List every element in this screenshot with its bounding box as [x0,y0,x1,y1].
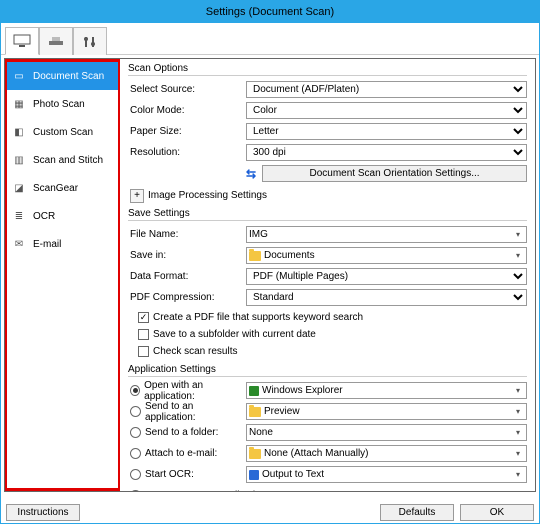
select-source-dropdown[interactable]: Document (ADF/Platen) [246,81,527,98]
group-title: Save Settings [128,208,527,221]
orientation-settings-button[interactable]: Document Scan Orientation Settings... [262,165,527,182]
tools-icon [81,35,99,49]
app-icon [249,470,259,480]
main-panel: Scan Options Select Source: Document (AD… [120,59,535,491]
scan-from-operation-panel-tab[interactable] [39,27,73,55]
ocr-icon: ≣ [11,208,27,224]
start-ocr-label: Start OCR: [145,469,194,480]
keyword-search-label: Create a PDF file that supports keyword … [153,312,363,323]
data-format-label: Data Format: [128,271,246,282]
file-name-label: File Name: [128,229,246,240]
custom-icon: ◧ [11,124,27,140]
chevron-down-icon: ▾ [512,386,524,395]
chevron-down-icon: ▾ [512,407,524,416]
sidebar-item-label: ScanGear [33,183,78,194]
app-icon [249,386,259,396]
pdf-compression-dropdown[interactable]: Standard [246,289,527,306]
sidebar-item-ocr[interactable]: ≣ OCR [7,202,118,230]
title-bar: Settings (Document Scan) [1,1,539,23]
send-to-folder-dropdown[interactable]: None▾ [246,424,527,441]
start-ocr-radio[interactable] [130,469,141,480]
do-not-start-label: Do not start any application [145,490,266,491]
document-icon: ▭ [11,68,27,84]
sidebar-item-label: Photo Scan [33,99,85,110]
pdf-compression-label: PDF Compression: [128,292,246,303]
do-not-start-radio[interactable] [130,490,141,491]
scan-options-group: Scan Options Select Source: Document (AD… [128,63,527,204]
paper-size-dropdown[interactable]: Letter [246,123,527,140]
subfolder-date-label: Save to a subfolder with current date [153,329,316,340]
open-with-radio[interactable] [130,385,140,396]
resolution-label: Resolution: [128,147,246,158]
instructions-button[interactable]: Instructions [6,504,80,521]
color-mode-label: Color Mode: [128,105,246,116]
sidebar-item-label: E-mail [33,239,61,250]
sidebar-item-custom-scan[interactable]: ◧ Custom Scan [7,118,118,146]
send-to-folder-label: Send to a folder: [145,427,218,438]
folder-icon [249,449,261,459]
scanner-icon [47,35,65,49]
folder-icon [249,251,261,261]
email-icon: ✉ [11,236,27,252]
resolution-dropdown[interactable]: 300 dpi [246,144,527,161]
expand-image-processing-button[interactable]: + [130,189,144,203]
attach-email-radio[interactable] [130,448,141,459]
file-name-combo[interactable]: IMG▾ [246,226,527,243]
swap-icon[interactable]: ⇆ [246,167,256,181]
stitch-icon: ▥ [11,152,27,168]
folder-icon [249,407,261,417]
sidebar-item-email[interactable]: ✉ E-mail [7,230,118,258]
sidebar-item-scan-stitch[interactable]: ▥ Scan and Stitch [7,146,118,174]
group-title: Scan Options [128,63,527,76]
chevron-down-icon: ▾ [512,251,524,260]
footer: Instructions Defaults OK [0,500,540,524]
group-title: Application Settings [128,364,527,377]
sidebar-item-label: Custom Scan [33,127,93,138]
top-tab-toolbar [1,23,539,55]
image-processing-label: Image Processing Settings [148,190,267,201]
sidebar-item-photo-scan[interactable]: ▦ Photo Scan [7,90,118,118]
open-with-dropdown[interactable]: Windows Explorer▾ [246,382,527,399]
sidebar: ▭ Document Scan ▦ Photo Scan ◧ Custom Sc… [5,59,120,491]
chevron-down-icon: ▾ [512,428,524,437]
scangear-icon: ◪ [11,180,27,196]
send-to-app-radio[interactable] [130,406,141,417]
send-to-app-label: Send to an application: [145,401,246,423]
send-to-folder-radio[interactable] [130,427,141,438]
save-in-dropdown[interactable]: Documents▾ [246,247,527,264]
data-format-dropdown[interactable]: PDF (Multiple Pages) [246,268,527,285]
subfolder-date-checkbox[interactable] [138,329,149,340]
chevron-down-icon: ▾ [512,470,524,479]
ok-button[interactable]: OK [460,504,534,521]
save-in-label: Save in: [128,250,246,261]
sidebar-item-scangear[interactable]: ◪ ScanGear [7,174,118,202]
attach-email-label: Attach to e-mail: [145,448,217,459]
paper-size-label: Paper Size: [128,126,246,137]
start-ocr-dropdown[interactable]: Output to Text▾ [246,466,527,483]
chevron-down-icon: ▾ [512,449,524,458]
photo-icon: ▦ [11,96,27,112]
scan-from-computer-tab[interactable] [5,27,39,55]
attach-email-dropdown[interactable]: None (Attach Manually)▾ [246,445,527,462]
check-scan-results-checkbox[interactable] [138,346,149,357]
application-settings-group: Application Settings Open with an applic… [128,364,527,491]
general-settings-tab[interactable] [73,27,107,55]
select-source-label: Select Source: [128,84,246,95]
chevron-down-icon: ▾ [512,230,524,239]
sidebar-item-document-scan[interactable]: ▭ Document Scan [7,62,118,90]
sidebar-item-label: OCR [33,211,55,222]
sidebar-item-label: Document Scan [33,71,104,82]
save-settings-group: Save Settings File Name: IMG▾ Save in: D… [128,208,527,360]
open-with-label: Open with an application: [144,380,246,402]
monitor-icon [13,34,31,48]
send-to-app-dropdown[interactable]: Preview▾ [246,403,527,420]
color-mode-dropdown[interactable]: Color [246,102,527,119]
sidebar-item-label: Scan and Stitch [33,155,103,166]
keyword-search-checkbox[interactable] [138,312,149,323]
defaults-button[interactable]: Defaults [380,504,454,521]
check-scan-results-label: Check scan results [153,346,237,357]
